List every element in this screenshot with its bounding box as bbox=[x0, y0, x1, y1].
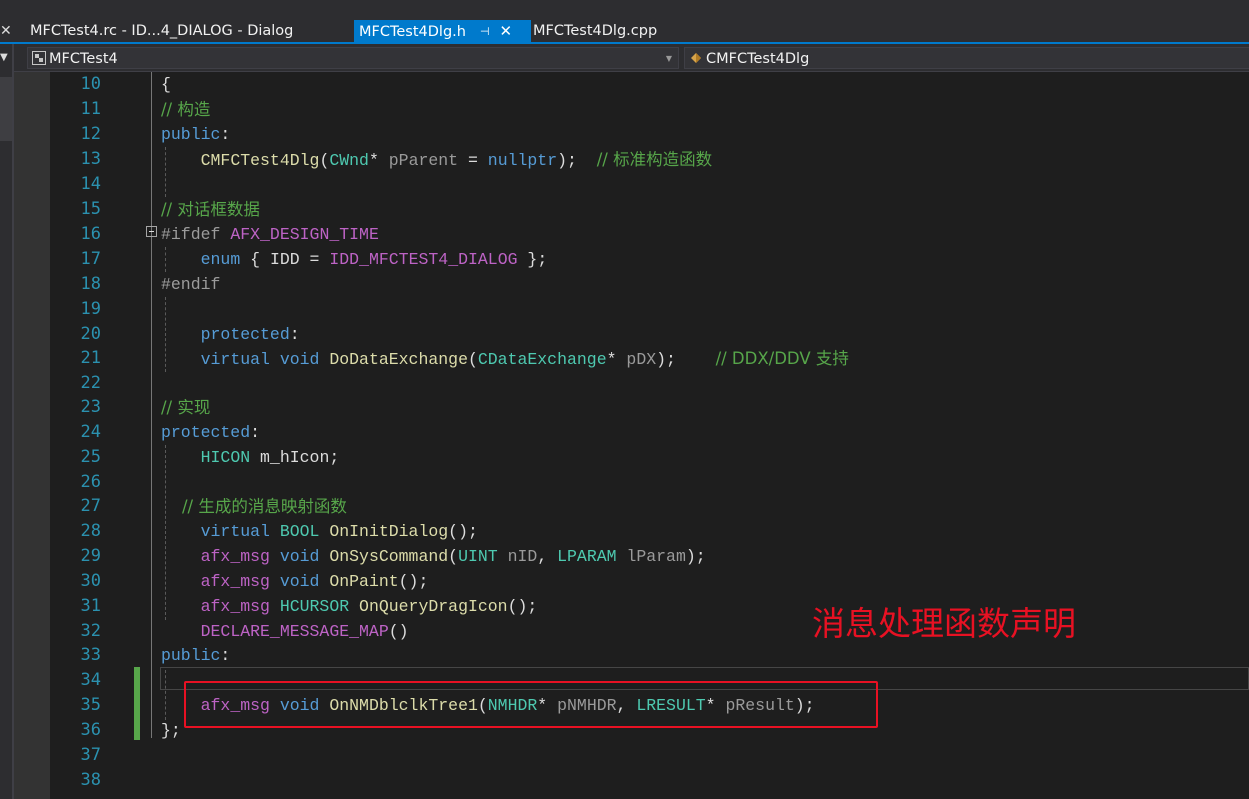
class-dropdown-label: CMFCTest4Dlg bbox=[706, 51, 810, 67]
code-line[interactable]: 18 #endif bbox=[51, 272, 1249, 297]
line-number: 20 bbox=[80, 324, 101, 344]
line-number: 27 bbox=[80, 496, 101, 516]
close-icon[interactable]: ✕ bbox=[500, 20, 513, 42]
code-line[interactable]: 13 CMFCTest4Dlg(CWnd* pParent = nullptr)… bbox=[51, 147, 1249, 172]
class-icon bbox=[691, 53, 701, 63]
code-text[interactable]: protected: bbox=[161, 420, 260, 445]
document-tab-bar: ✕ MFCTest4.rc - ID...4_DIALOG - Dialog M… bbox=[0, 0, 1249, 44]
line-number: 23 bbox=[80, 397, 101, 417]
code-line[interactable]: 33 public: bbox=[51, 643, 1249, 668]
project-dropdown[interactable]: MFCTest4 ▼ bbox=[27, 47, 679, 69]
line-number: 36 bbox=[80, 720, 101, 740]
code-text[interactable]: afx_msg void OnSysCommand(UINT nID, LPAR… bbox=[161, 544, 706, 569]
line-number: 13 bbox=[80, 149, 101, 169]
annotation-label: 消息处理函数声明 bbox=[812, 604, 1076, 643]
line-number: 33 bbox=[80, 645, 101, 665]
line-number: 22 bbox=[80, 373, 101, 393]
line-number: 28 bbox=[80, 521, 101, 541]
code-line[interactable]: 10 { bbox=[51, 72, 1249, 97]
line-number: 34 bbox=[80, 670, 101, 690]
code-text[interactable]: // 对话框数据 bbox=[161, 197, 260, 223]
code-line[interactable]: 26 bbox=[51, 470, 1249, 495]
code-line[interactable]: 28 virtual BOOL OnInitDialog(); bbox=[51, 519, 1249, 544]
line-number: 15 bbox=[80, 199, 101, 219]
code-text[interactable]: #ifdef AFX_DESIGN_TIME bbox=[161, 222, 379, 247]
code-text[interactable]: // 实现 bbox=[161, 395, 210, 421]
code-text[interactable]: // 构造 bbox=[161, 97, 210, 123]
code-line[interactable]: 17 enum { IDD = IDD_MFCTEST4_DIALOG }; bbox=[51, 247, 1249, 272]
line-number: 30 bbox=[80, 571, 101, 591]
line-number: 21 bbox=[80, 348, 101, 368]
line-number: 31 bbox=[80, 596, 101, 616]
project-icon bbox=[32, 51, 46, 65]
code-text[interactable]: public: bbox=[161, 122, 230, 147]
line-number: 17 bbox=[80, 249, 101, 269]
code-line[interactable]: 37 bbox=[51, 743, 1249, 768]
code-line[interactable]: 25 HICON m_hIcon; bbox=[51, 445, 1249, 470]
chevron-down-icon: ▼ bbox=[665, 54, 672, 63]
code-text[interactable]: public: bbox=[161, 643, 230, 668]
tab-label: MFCTest4.rc - ID...4_DIALOG - Dialog bbox=[30, 23, 294, 39]
line-number: 11 bbox=[80, 99, 101, 119]
code-text[interactable]: afx_msg void OnPaint(); bbox=[161, 569, 429, 594]
tab-label: MFCTest4Dlg.h bbox=[359, 24, 466, 40]
line-number: 25 bbox=[80, 447, 101, 467]
code-line[interactable]: 21 virtual void DoDataExchange(CDataExch… bbox=[51, 346, 1249, 371]
line-number: 35 bbox=[80, 695, 101, 715]
code-text[interactable]: enum { IDD = IDD_MFCTEST4_DIALOG }; bbox=[161, 247, 548, 272]
code-text[interactable]: // 生成的消息映射函数 bbox=[161, 494, 347, 520]
line-number: 26 bbox=[80, 472, 101, 492]
code-text[interactable]: protected: bbox=[161, 322, 300, 347]
line-number: 29 bbox=[80, 546, 101, 566]
code-text[interactable]: virtual BOOL OnInitDialog(); bbox=[161, 519, 478, 544]
line-number: 16 bbox=[80, 224, 101, 244]
highlight-box bbox=[184, 681, 878, 728]
line-number: 24 bbox=[80, 422, 101, 442]
line-number: 38 bbox=[80, 770, 101, 790]
code-line[interactable]: 15 // 对话框数据 bbox=[51, 197, 1249, 222]
code-line[interactable]: 14 bbox=[51, 172, 1249, 197]
chevron-down-icon[interactable]: ▼ bbox=[0, 52, 12, 63]
code-line[interactable]: 12 public: bbox=[51, 122, 1249, 147]
code-line[interactable]: 38 bbox=[51, 768, 1249, 793]
navigation-bar: MFCTest4 ▼ CMFCTest4Dlg bbox=[0, 44, 1249, 72]
code-line[interactable]: 20 protected: bbox=[51, 322, 1249, 347]
code-text[interactable]: { bbox=[161, 72, 171, 97]
code-line[interactable]: 16 #ifdef AFX_DESIGN_TIME bbox=[51, 222, 1249, 247]
code-line[interactable]: 30 afx_msg void OnPaint(); bbox=[51, 569, 1249, 594]
code-text[interactable]: afx_msg HCURSOR OnQueryDragIcon(); bbox=[161, 594, 538, 619]
code-text[interactable]: #endif bbox=[161, 272, 220, 297]
line-number: 10 bbox=[80, 74, 101, 94]
left-tool-strip: ▼ bbox=[0, 44, 14, 799]
project-dropdown-label: MFCTest4 bbox=[49, 51, 118, 67]
line-number: 32 bbox=[80, 621, 101, 641]
code-text[interactable]: }; bbox=[161, 718, 181, 743]
code-line[interactable]: 27 // 生成的消息映射函数 bbox=[51, 494, 1249, 519]
tab-mfctest4dlg-cpp[interactable]: MFCTest4Dlg.cpp bbox=[528, 20, 657, 42]
pin-icon[interactable]: ⊣ bbox=[480, 21, 490, 43]
line-number: 14 bbox=[80, 174, 101, 194]
code-text[interactable]: DECLARE_MESSAGE_MAP() bbox=[161, 619, 409, 644]
tab-label: MFCTest4Dlg.cpp bbox=[533, 23, 658, 39]
line-number: 12 bbox=[80, 124, 101, 144]
code-line[interactable]: 24 protected: bbox=[51, 420, 1249, 445]
glyph-margin bbox=[14, 72, 50, 799]
tab-mfctest4dlg-h[interactable]: MFCTest4Dlg.h ⊣ ✕ bbox=[354, 20, 531, 42]
code-line[interactable]: 23 // 实现 bbox=[51, 395, 1249, 420]
code-text[interactable]: HICON m_hIcon; bbox=[161, 445, 340, 470]
tab-mfctest4-rc[interactable]: MFCTest4.rc - ID...4_DIALOG - Dialog bbox=[25, 20, 293, 42]
line-number: 19 bbox=[80, 299, 101, 319]
code-text[interactable]: CMFCTest4Dlg(CWnd* pParent = nullptr); /… bbox=[161, 147, 712, 173]
line-number: 37 bbox=[80, 745, 101, 765]
code-line[interactable]: 19 bbox=[51, 297, 1249, 322]
close-icon[interactable]: ✕ bbox=[0, 20, 12, 42]
scrollbar-thumb[interactable] bbox=[0, 77, 12, 141]
code-text[interactable]: virtual void DoDataExchange(CDataExchang… bbox=[161, 346, 849, 372]
class-dropdown[interactable]: CMFCTest4Dlg bbox=[684, 47, 1249, 69]
code-line[interactable]: 22 bbox=[51, 371, 1249, 396]
line-number: 18 bbox=[80, 274, 101, 294]
code-line[interactable]: 29 afx_msg void OnSysCommand(UINT nID, L… bbox=[51, 544, 1249, 569]
code-line[interactable]: 11 // 构造 bbox=[51, 97, 1249, 122]
